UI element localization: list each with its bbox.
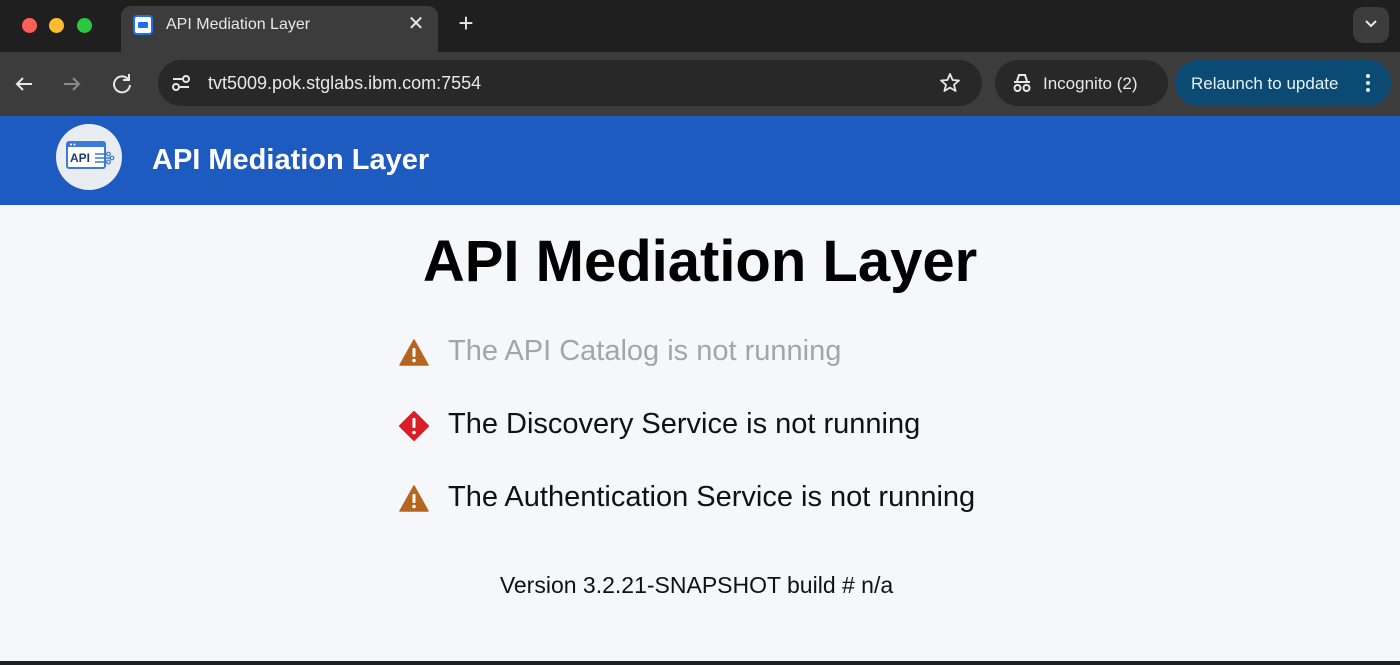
url-text: tvt5009.pok.stglabs.ibm.com:7554 — [208, 73, 482, 93]
maximize-window-button[interactable] — [77, 18, 92, 33]
api-logo-icon: API — [66, 141, 115, 169]
browser-tab[interactable]: API Mediation Layer ✕ — [121, 6, 438, 52]
more-vertical-icon[interactable] — [1365, 73, 1371, 93]
new-tab-button[interactable]: + — [453, 10, 479, 36]
incognito-label: Incognito (2) — [1043, 74, 1138, 93]
tab-title: API Mediation Layer — [166, 16, 311, 33]
back-arrow-icon[interactable] — [10, 70, 38, 98]
site-settings-icon[interactable] — [170, 72, 192, 94]
browser-toolbar: tvt5009.pok.stglabs.ibm.com:7554 Incogni… — [0, 52, 1400, 116]
status-text: The API Catalog is not running — [448, 335, 842, 367]
close-window-button[interactable] — [22, 18, 37, 33]
address-bar[interactable]: tvt5009.pok.stglabs.ibm.com:7554 — [158, 60, 982, 106]
page-title: API Mediation Layer — [422, 229, 978, 294]
version-text: Version 3.2.21-SNAPSHOT build # n/a — [499, 572, 894, 598]
status-text: The Discovery Service is not running — [448, 408, 921, 440]
warning-icon — [399, 339, 429, 366]
browser-titlebar: API Mediation Layer ✕ + — [0, 0, 1400, 52]
web-page: API API Mediation Layer API Mediation La… — [0, 116, 1400, 661]
app-header: API API Mediation Layer — [0, 116, 1400, 205]
reload-icon[interactable] — [108, 70, 136, 98]
relaunch-button[interactable]: Relaunch to update — [1175, 60, 1391, 106]
warning-icon — [399, 485, 429, 512]
bookmark-star-icon[interactable] — [938, 71, 962, 95]
tab-close-button[interactable]: ✕ — [405, 13, 427, 35]
incognito-button[interactable]: Incognito (2) — [995, 60, 1168, 106]
forward-arrow-icon[interactable] — [58, 70, 86, 98]
svg-text:API: API — [70, 151, 90, 165]
minimize-window-button[interactable] — [49, 18, 64, 33]
api-favicon-icon — [133, 15, 153, 35]
header-title: API Mediation Layer — [152, 144, 430, 176]
relaunch-label: Relaunch to update — [1191, 74, 1339, 93]
status-text: The Authentication Service is not runnin… — [448, 481, 976, 513]
chevron-down-icon — [1365, 20, 1377, 28]
error-icon — [399, 411, 429, 441]
tab-search-button[interactable] — [1353, 7, 1389, 43]
incognito-icon — [1013, 74, 1031, 92]
api-logo: API — [56, 124, 122, 190]
